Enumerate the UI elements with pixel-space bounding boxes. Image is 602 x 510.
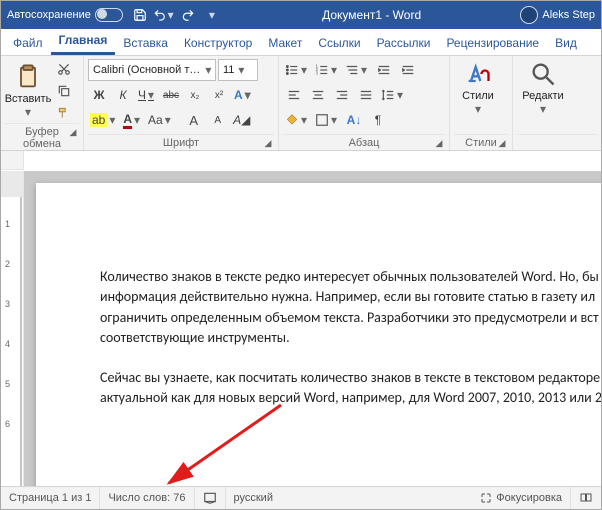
tab-mailings[interactable]: Рассылки (369, 32, 439, 55)
underline-button[interactable]: Ч▾ (136, 85, 158, 105)
ruler-corner (1, 151, 24, 170)
group-label-paragraph: Абзац◢ (283, 134, 445, 149)
increase-indent-button[interactable] (397, 60, 419, 80)
copy-icon[interactable] (53, 81, 75, 101)
paragraph-dialog-icon[interactable]: ◢ (433, 137, 445, 149)
status-word-count[interactable]: Число слов: 76 (100, 487, 194, 509)
shrink-font-button[interactable]: A (207, 110, 229, 130)
format-painter-icon[interactable] (53, 103, 75, 123)
tab-references[interactable]: Ссылки (310, 32, 368, 55)
tab-review[interactable]: Рецензирование (438, 32, 547, 55)
align-right-button[interactable] (331, 85, 353, 105)
bold-button[interactable]: Ж (88, 85, 110, 105)
svg-text:6: 6 (5, 419, 10, 429)
decrease-indent-button[interactable] (373, 60, 395, 80)
editing-button[interactable]: Редакти▾ (517, 59, 569, 117)
change-case-button[interactable]: Aa▾ (146, 110, 175, 130)
group-label-styles: Стили◢ (454, 134, 508, 149)
autosave[interactable]: Автосохранение (7, 8, 123, 22)
status-focus-mode[interactable]: Фокусировка (472, 487, 571, 509)
cut-icon[interactable] (53, 59, 75, 79)
font-name-select[interactable]: Calibri (Основной текст▾ (88, 59, 216, 81)
tab-insert[interactable]: Вставка (115, 32, 176, 55)
tab-view[interactable]: Вид (547, 32, 585, 55)
autosave-toggle[interactable] (95, 8, 123, 22)
tab-design[interactable]: Конструктор (176, 32, 260, 55)
font-dialog-icon[interactable]: ◢ (262, 137, 274, 149)
group-clipboard: Вставить ▾ Буфер обмена◢ (1, 56, 84, 150)
view-read-mode-icon[interactable] (571, 487, 601, 509)
avatar-icon (520, 6, 538, 24)
svg-text:3: 3 (5, 299, 10, 309)
strikethrough-button[interactable]: abc (160, 85, 182, 105)
styles-button[interactable]: Стили▾ (454, 59, 502, 117)
save-icon[interactable] (129, 4, 151, 26)
group-editing: Редакти▾ (513, 56, 601, 150)
font-color-button[interactable]: A▾ (121, 110, 144, 130)
ribbon-tabs: Файл Главная Вставка Конструктор Макет С… (1, 29, 601, 56)
numbering-button[interactable]: 123▾ (313, 60, 341, 80)
page[interactable]: Количество знаков в тексте редко интерес… (36, 183, 601, 486)
status-bar: Страница 1 из 1 Число слов: 76 русский Ф… (1, 486, 601, 509)
status-language[interactable]: русский (226, 487, 281, 509)
group-label-font: Шрифт◢ (88, 134, 274, 149)
document-area: 1 2 3 4 5 6 Количество знаков в тексте р… (1, 171, 601, 486)
window-title: Документ1 - Word (229, 8, 515, 22)
group-styles: Стили▾ Стили◢ (450, 56, 513, 150)
styles-dialog-icon[interactable]: ◢ (496, 137, 508, 149)
title-bar: Автосохранение ▾ ▾ Документ1 - Word Alek… (1, 1, 601, 29)
justify-button[interactable] (355, 85, 377, 105)
qat-customize-icon[interactable]: ▾ (201, 4, 223, 26)
tab-file[interactable]: Файл (5, 32, 51, 55)
user-account[interactable]: Aleks Step (520, 6, 595, 24)
align-left-button[interactable] (283, 85, 305, 105)
subscript-button[interactable]: x₂ (184, 85, 206, 105)
vertical-ruler[interactable]: 1 2 3 4 5 6 (1, 171, 24, 486)
redo-icon[interactable] (177, 4, 199, 26)
tab-home[interactable]: Главная (51, 29, 116, 55)
group-font: Calibri (Основной текст▾ 11▾ Ж К Ч▾ abc … (84, 56, 279, 150)
status-page[interactable]: Страница 1 из 1 (1, 487, 100, 509)
svg-text:3: 3 (316, 71, 319, 76)
superscript-button[interactable]: x² (208, 85, 230, 105)
svg-text:2: 2 (5, 259, 10, 269)
paste-button[interactable]: Вставить ▾ (5, 62, 51, 120)
group-paragraph: ▾ 123▾ ▾ ▾ ▾ ▾ A↓ ¶ Абзац◢ (279, 56, 450, 150)
sort-button[interactable]: A↓ (343, 110, 365, 130)
tab-layout[interactable]: Макет (260, 32, 310, 55)
status-proofing-icon[interactable] (195, 487, 226, 509)
undo-icon[interactable]: ▾ (153, 4, 175, 26)
align-center-button[interactable] (307, 85, 329, 105)
svg-text:4: 4 (5, 339, 10, 349)
borders-button[interactable]: ▾ (313, 110, 341, 130)
grow-font-button[interactable]: A (183, 110, 205, 130)
shading-button[interactable]: ▾ (283, 110, 311, 130)
quick-access-toolbar: ▾ ▾ (129, 4, 223, 26)
line-spacing-button[interactable]: ▾ (379, 85, 407, 105)
font-size-select[interactable]: 11▾ (218, 59, 258, 81)
multilevel-list-button[interactable]: ▾ (343, 60, 371, 80)
group-label-clipboard: Буфер обмена◢ (5, 123, 79, 150)
italic-button[interactable]: К (112, 85, 134, 105)
clear-formatting-button[interactable]: A◢ (231, 110, 253, 130)
text-effects-button[interactable]: A▾ (232, 85, 255, 105)
svg-text:5: 5 (5, 379, 10, 389)
paragraph-1[interactable]: Количество знаков в тексте редко интерес… (100, 267, 601, 348)
highlight-button[interactable]: ab▾ (88, 110, 119, 130)
svg-text:1: 1 (5, 219, 10, 229)
clipboard-dialog-icon[interactable]: ◢ (67, 126, 79, 138)
bullets-button[interactable]: ▾ (283, 60, 311, 80)
show-marks-button[interactable]: ¶ (367, 110, 389, 130)
ribbon: Вставить ▾ Буфер обмена◢ Calibri (Основн… (1, 56, 601, 151)
paragraph-2[interactable]: Сейчас вы узнаете, как посчитать количес… (100, 368, 601, 409)
